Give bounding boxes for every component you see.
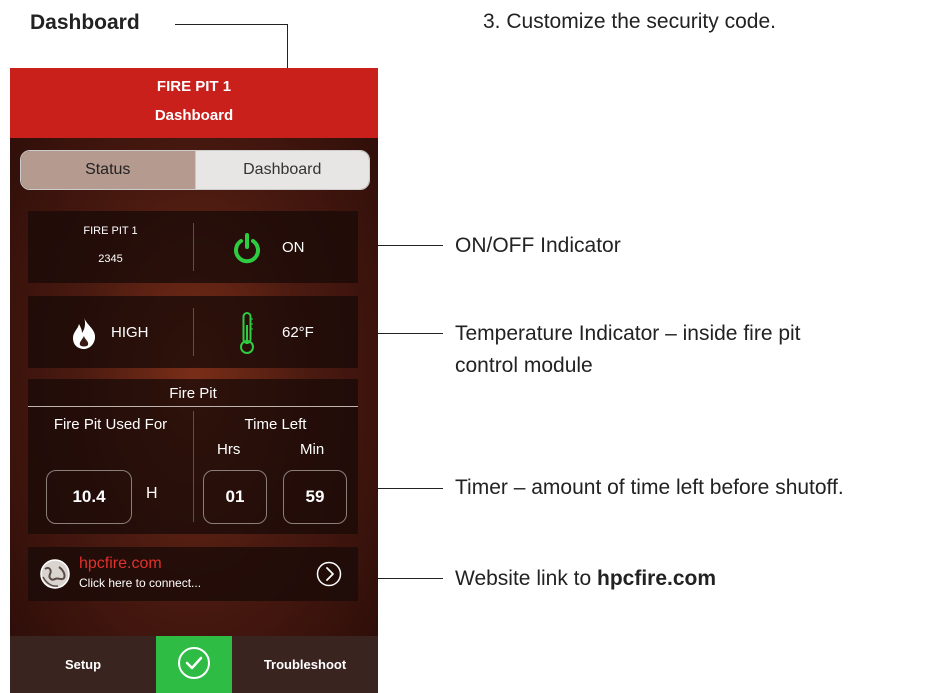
annotation-timer: Timer – amount of time left before shuto… bbox=[455, 476, 844, 499]
app-header: FIRE PIT 1 Dashboard bbox=[10, 68, 378, 138]
used-for-unit: H bbox=[146, 485, 158, 502]
annotation-temp-line1: Temperature Indicator – inside fire pit bbox=[455, 322, 801, 345]
annotation-website: Website link to hpcfire.com bbox=[455, 563, 716, 595]
device-code: 2345 bbox=[98, 253, 123, 265]
annotation-dashboard: Dashboard bbox=[30, 11, 140, 34]
temperature-value: 62°F bbox=[282, 324, 314, 341]
hours-value: 01 bbox=[203, 470, 267, 524]
callout-line-dashboard-h bbox=[175, 24, 287, 25]
troubleshoot-button[interactable]: Troubleshoot bbox=[232, 636, 378, 693]
setup-button[interactable]: Setup bbox=[10, 636, 156, 693]
time-left-label: Time Left bbox=[244, 416, 307, 433]
used-for-label: Fire Pit Used For bbox=[53, 416, 168, 433]
chevron-right-icon[interactable] bbox=[316, 561, 342, 592]
annotation-website-prefix: Website link to bbox=[455, 567, 598, 590]
app-subtitle: Dashboard bbox=[154, 107, 234, 124]
device-name: FIRE PIT 1 bbox=[83, 225, 138, 237]
divider bbox=[193, 308, 194, 356]
annotation-step: 3. Customize the security code. bbox=[483, 10, 776, 33]
thermometer-icon bbox=[238, 311, 256, 360]
timer-panel: Fire Pit Fire Pit Used For Time Left Hrs… bbox=[28, 379, 358, 534]
flame-icon bbox=[71, 316, 97, 355]
used-for-value: 10.4 bbox=[46, 470, 132, 524]
app-title: FIRE PIT 1 bbox=[156, 78, 232, 95]
annotation-onoff: ON/OFF Indicator bbox=[455, 234, 621, 257]
flame-temp-panel: HIGH 62°F bbox=[28, 296, 358, 368]
website-name[interactable]: hpcfire.com bbox=[79, 555, 162, 573]
tab-status[interactable]: Status bbox=[21, 151, 196, 189]
tab-bar: Status Dashboard bbox=[20, 150, 370, 190]
section-divider bbox=[28, 406, 358, 407]
power-state: ON bbox=[282, 239, 305, 256]
website-link[interactable]: hpcfire.com Click here to connect... bbox=[28, 547, 358, 601]
minutes-value: 59 bbox=[283, 470, 347, 524]
device-panel: FIRE PIT 1 2345 ON bbox=[28, 211, 358, 283]
tab-dashboard[interactable]: Dashboard bbox=[195, 151, 369, 189]
annotation-website-bold: hpcfire.com bbox=[597, 567, 717, 590]
bottom-nav: Setup Troubleshoot bbox=[10, 636, 378, 693]
website-caption: Click here to connect... bbox=[79, 576, 202, 590]
annotation-temp-line2: control module bbox=[455, 354, 593, 377]
power-icon[interactable] bbox=[231, 232, 263, 269]
min-label: Min bbox=[300, 441, 325, 458]
check-circle-icon bbox=[176, 645, 212, 684]
flame-level: HIGH bbox=[111, 324, 149, 341]
hrs-label: Hrs bbox=[217, 441, 241, 458]
firepit-section-title: Fire Pit bbox=[169, 385, 217, 402]
globe-icon bbox=[38, 557, 72, 596]
confirm-button[interactable] bbox=[156, 636, 232, 693]
divider bbox=[193, 223, 194, 271]
phone-screen: FIRE PIT 1 Dashboard Status Dashboard FI… bbox=[10, 68, 378, 693]
